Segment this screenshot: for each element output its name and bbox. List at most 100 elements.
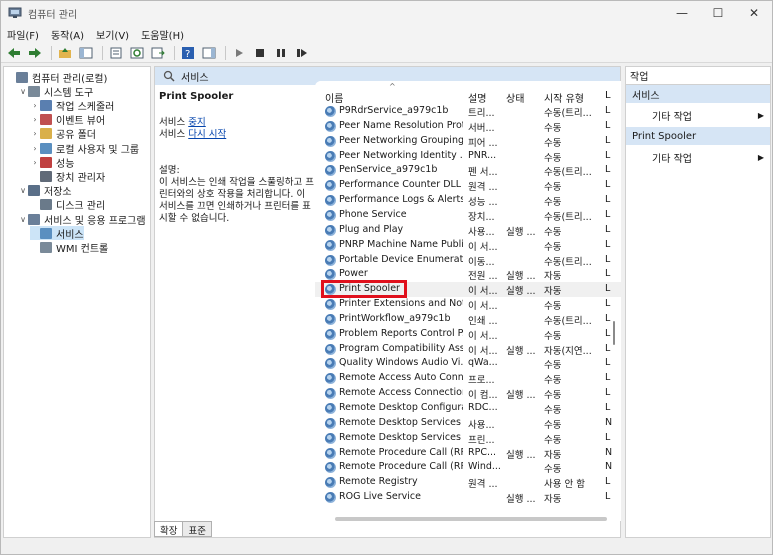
service-startup-type: 자동 — [544, 286, 562, 298]
table-row[interactable]: Remote Procedure Call (RP... RPC... 실행 ...… — [315, 446, 621, 461]
table-row[interactable]: Remote Desktop Configura... RDC... 수동 L — [315, 401, 621, 416]
help-icon[interactable]: ? — [179, 45, 197, 61]
service-name: Printer Extensions and Noti... — [339, 298, 463, 310]
horizontal-scrollbar[interactable] — [335, 517, 607, 521]
title-bar: 컴퓨터 관리 — ☐ ✕ — [1, 1, 772, 25]
table-row[interactable]: Portable Device Enumerato... 이동... 수동(트리..… — [315, 253, 621, 268]
tree-item[interactable]: › 이벤트 뷰어 — [30, 113, 105, 127]
table-row[interactable]: Remote Access Connection... 이 컴... 실행 ... 수… — [315, 386, 621, 401]
service-logon: L — [605, 283, 611, 295]
actions-section-services[interactable]: 서비스 — [626, 85, 770, 103]
show-hide-console-tree-icon[interactable] — [77, 45, 95, 61]
expand-chevron-icon[interactable]: ∨ — [18, 215, 28, 224]
tab-standard[interactable]: 표준 — [182, 521, 212, 537]
restart-service-prefix: 서비스 — [159, 129, 189, 140]
restart-service-icon[interactable] — [293, 45, 311, 61]
expand-chevron-icon[interactable]: › — [30, 101, 40, 110]
tree-item[interactable]: ∨ 저장소 — [18, 184, 72, 198]
table-row[interactable]: P9RdrService_a979c1b 트리... 수동(트리... L — [315, 104, 621, 119]
minimize-button[interactable]: — — [664, 1, 700, 25]
menu-view[interactable]: 보기(V) — [90, 27, 135, 42]
more-actions-services[interactable]: 기타 작업 ▶ — [626, 103, 770, 127]
maximize-button[interactable]: ☐ — [700, 1, 736, 25]
actions-section-print-spooler[interactable]: Print Spooler — [626, 127, 770, 145]
expand-chevron-icon[interactable]: › — [30, 144, 40, 153]
selected-service-name: Print Spooler — [159, 91, 234, 102]
table-row[interactable]: PrintWorkflow_a979c1b 인쇄 ... 수동(트리... L — [315, 312, 621, 327]
stop-service-icon[interactable] — [251, 45, 269, 61]
tree-item[interactable]: ∨ 시스템 도구 — [18, 84, 93, 99]
expand-chevron-icon[interactable]: ∨ — [18, 87, 28, 96]
table-row[interactable]: Printer Extensions and Noti... 이 서... 수동 L — [315, 297, 621, 312]
description-text: 이 서비스는 인쇄 작업을 스풀링하고 프린터와의 상호 작용을 처리합니다. … — [159, 177, 314, 224]
service-description: 이 서... — [468, 330, 498, 342]
table-row[interactable]: Peer Networking Identity ... PNR... 수동 L — [315, 149, 621, 164]
stop-service-link[interactable]: 중지 — [188, 117, 205, 128]
tree-item[interactable]: › 작업 스케줄러 — [30, 98, 114, 113]
table-row[interactable]: Performance Logs & Alerts 성능 ... 수동 L — [315, 193, 621, 208]
more-actions-label: 기타 작업 — [652, 111, 692, 123]
pause-service-icon[interactable] — [272, 45, 290, 61]
column-status[interactable]: 상태 — [506, 90, 524, 105]
restart-service-link[interactable]: 다시 시작 — [188, 129, 226, 140]
table-row[interactable]: Problem Reports Control P... 이 서... 수동 L — [315, 327, 621, 342]
service-description: 펜 서... — [468, 167, 498, 179]
refresh-icon[interactable] — [128, 45, 146, 61]
table-row[interactable]: PenService_a979c1b 펜 서... 수동(트리... L — [315, 163, 621, 178]
table-row[interactable]: PNRP Machine Name Publi... 이 서... 수동 L — [315, 238, 621, 253]
export-list-icon[interactable] — [149, 45, 167, 61]
tree-item[interactable]: 컴퓨터 관리(로컬) — [6, 70, 107, 85]
more-actions-print-spooler[interactable]: 기타 작업 ▶ — [626, 145, 770, 169]
expand-chevron-icon[interactable]: › — [30, 115, 40, 124]
properties-icon[interactable] — [107, 45, 125, 61]
menu-file[interactable]: 파일(F) — [1, 27, 45, 42]
table-row[interactable]: Program Compatibility Assi... 이 서... 실행 ..… — [315, 342, 621, 357]
table-row[interactable]: Remote Desktop Services ... 프린... 수동 L — [315, 431, 621, 446]
tab-extended[interactable]: 확장 — [154, 521, 184, 537]
column-name[interactable]: 이름 — [325, 90, 343, 105]
service-name: Peer Networking Identity ... — [339, 149, 463, 161]
start-service-icon[interactable] — [230, 45, 248, 61]
column-startup-type[interactable]: 시작 유형 — [544, 90, 584, 105]
expand-chevron-icon[interactable]: › — [30, 129, 40, 138]
show-action-pane-icon[interactable] — [200, 45, 218, 61]
tree-item[interactable]: 장치 관리자 — [30, 169, 105, 184]
table-row[interactable]: Remote Desktop Services 사용... 수동 N — [315, 416, 621, 431]
tree-item[interactable]: 서비스 — [30, 226, 84, 241]
back-arrow-icon[interactable] — [5, 45, 23, 61]
table-row[interactable]: Remote Access Auto Conn... 프로... 수동 L — [315, 371, 621, 386]
service-gear-icon — [325, 492, 336, 504]
table-row[interactable]: Plug and Play 사용... 실행 ... 수동 L — [315, 223, 621, 238]
menu-help[interactable]: 도움말(H) — [135, 27, 190, 42]
table-row[interactable]: Remote Registry 원격 ... 사용 안 함 L — [315, 475, 621, 490]
table-row[interactable]: ROG Live Service 실행 ... 자동 L — [315, 490, 621, 505]
service-startup-type: 수동 — [544, 197, 562, 209]
up-folder-icon[interactable] — [56, 45, 74, 61]
column-logon-as[interactable]: L — [605, 90, 611, 101]
tree-item[interactable]: › 로컬 사용자 및 그룹 — [30, 141, 139, 156]
close-button[interactable]: ✕ — [736, 1, 772, 25]
vertical-scrollbar[interactable] — [613, 321, 615, 345]
table-row[interactable]: Peer Networking Grouping 피어 ... 수동 L — [315, 134, 621, 149]
tree-item[interactable]: WMI 컨트롤 — [30, 240, 108, 255]
expand-chevron-icon[interactable]: ∨ — [18, 186, 28, 195]
table-row[interactable]: Performance Counter DLL ... 원격 ... 수동 L — [315, 178, 621, 193]
tree-item-icon — [28, 213, 40, 225]
forward-arrow-icon[interactable] — [26, 45, 44, 61]
tree-item[interactable]: › 성능 — [30, 155, 74, 170]
service-startup-type: 수동 — [544, 419, 562, 431]
table-row[interactable]: Peer Name Resolution Prot... 서버... 수동 L — [315, 119, 621, 134]
service-startup-type: 자동 — [544, 271, 562, 283]
table-row[interactable]: Quality Windows Audio Vi... qWa... 수동 L — [315, 356, 621, 371]
service-name: P9RdrService_a979c1b — [339, 105, 449, 116]
expand-chevron-icon[interactable]: › — [30, 158, 40, 167]
column-description[interactable]: 설명 — [468, 90, 486, 105]
table-row[interactable]: Phone Service 장치... 수동(트리... L — [315, 208, 621, 223]
tree-item[interactable]: 디스크 관리 — [30, 198, 105, 212]
service-description-panel: Print Spooler 서비스 중지 서비스 다시 시작 설명: 이 서비스… — [159, 91, 315, 225]
tree-item[interactable]: ∨ 서비스 및 응용 프로그램 — [18, 212, 146, 227]
tree-item[interactable]: › 공유 폴더 — [30, 127, 96, 141]
table-row[interactable]: Remote Procedure Call (RP... Wind... 수동 N — [315, 460, 621, 475]
menu-action[interactable]: 동작(A) — [45, 27, 90, 42]
menu-bar: 파일(F) 동작(A) 보기(V) 도움말(H) — [1, 25, 772, 43]
